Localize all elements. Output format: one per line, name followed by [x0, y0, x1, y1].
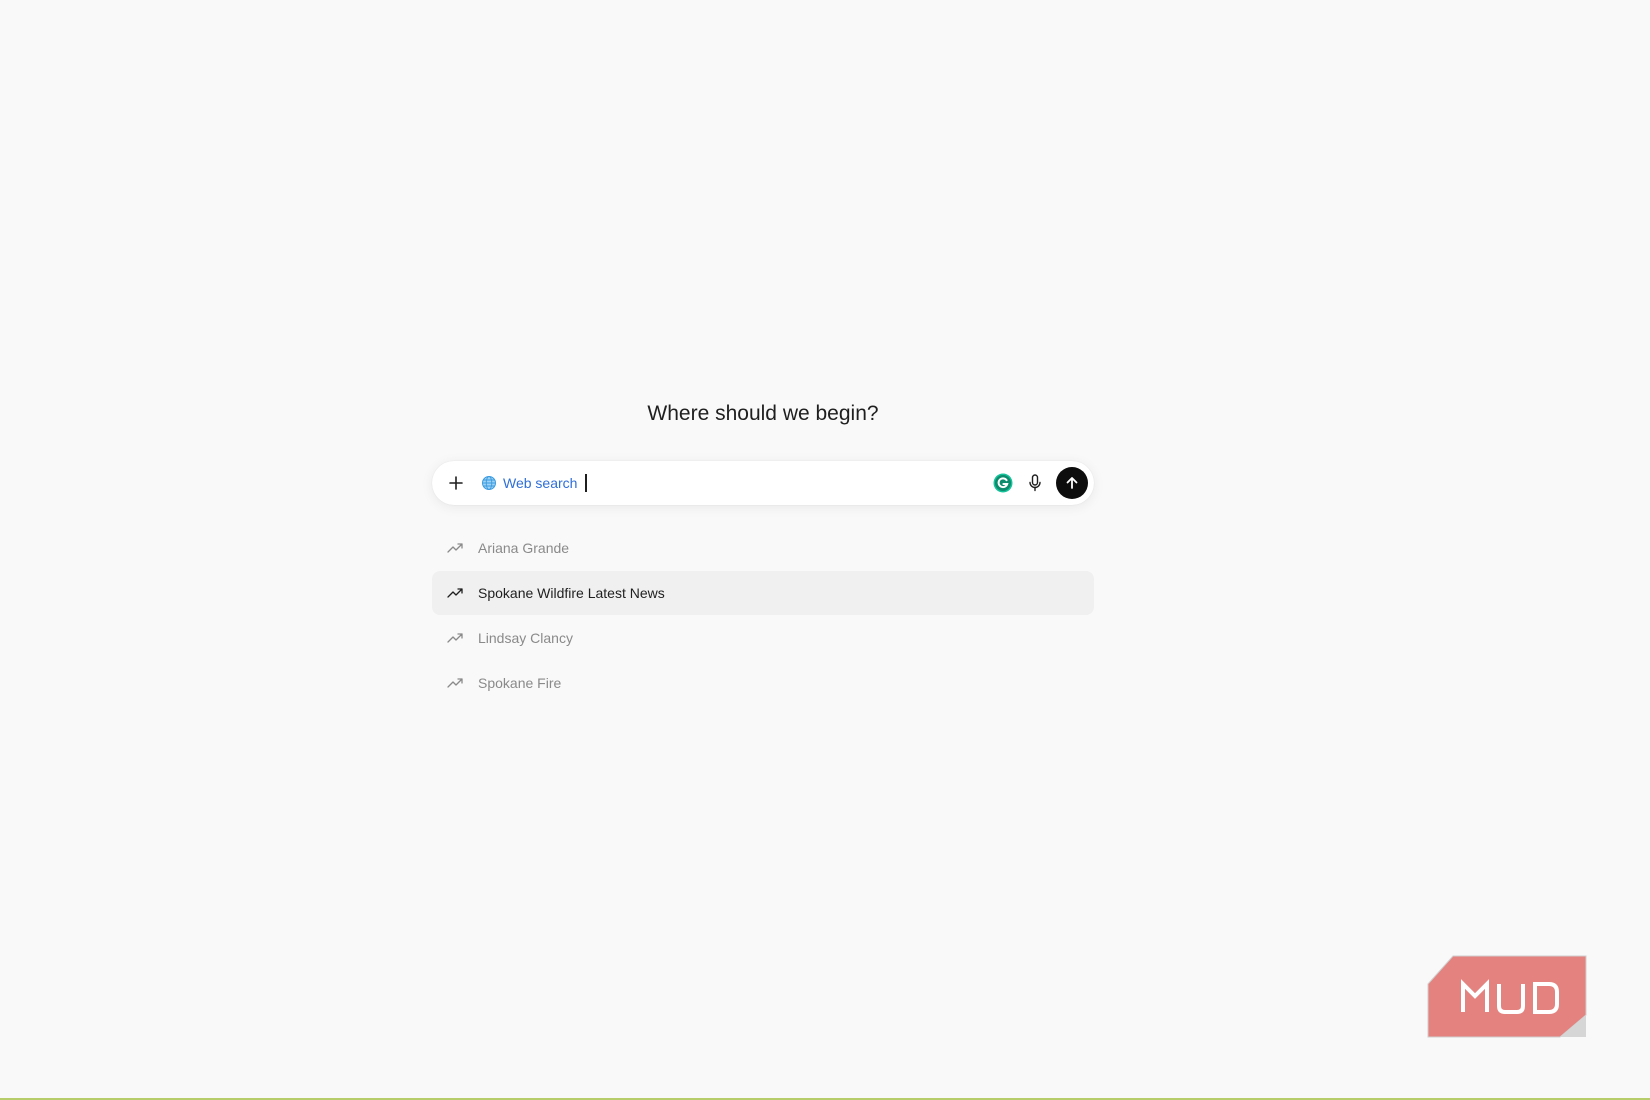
prompt-composer[interactable]: Web search	[432, 461, 1094, 505]
plus-icon[interactable]	[445, 472, 467, 494]
suggestion-item-highlighted[interactable]: Spokane Wildfire Latest News	[432, 571, 1094, 615]
suggestion-item[interactable]: Lindsay Clancy	[432, 616, 1094, 660]
trending-up-icon	[446, 539, 464, 557]
text-caret	[585, 474, 588, 492]
microphone-icon[interactable]	[1024, 472, 1046, 494]
web-search-chip[interactable]: Web search	[481, 475, 577, 491]
trending-up-icon	[446, 629, 464, 647]
page: Where should we begin? Web search Ariana…	[0, 0, 1650, 1100]
trending-up-icon	[446, 584, 464, 602]
send-button[interactable]	[1056, 467, 1088, 499]
suggestion-label: Spokane Wildfire Latest News	[478, 585, 665, 601]
suggestion-label: Lindsay Clancy	[478, 630, 573, 646]
grammarly-icon[interactable]	[992, 472, 1014, 494]
trending-up-icon	[446, 674, 464, 692]
suggestion-item[interactable]: Spokane Fire	[432, 661, 1094, 705]
page-heading: Where should we begin?	[647, 402, 879, 425]
prompt-input[interactable]	[585, 461, 992, 505]
arrow-up-icon	[1064, 475, 1080, 491]
web-search-label: Web search	[503, 475, 578, 491]
muo-watermark-logo	[1427, 955, 1587, 1038]
suggestion-label: Spokane Fire	[478, 675, 562, 691]
globe-icon	[481, 475, 497, 491]
suggestion-item[interactable]: Ariana Grande	[432, 526, 1094, 570]
suggestion-label: Ariana Grande	[478, 540, 570, 556]
suggestion-list: Ariana Grande Spokane Wildfire Latest Ne…	[432, 526, 1094, 706]
